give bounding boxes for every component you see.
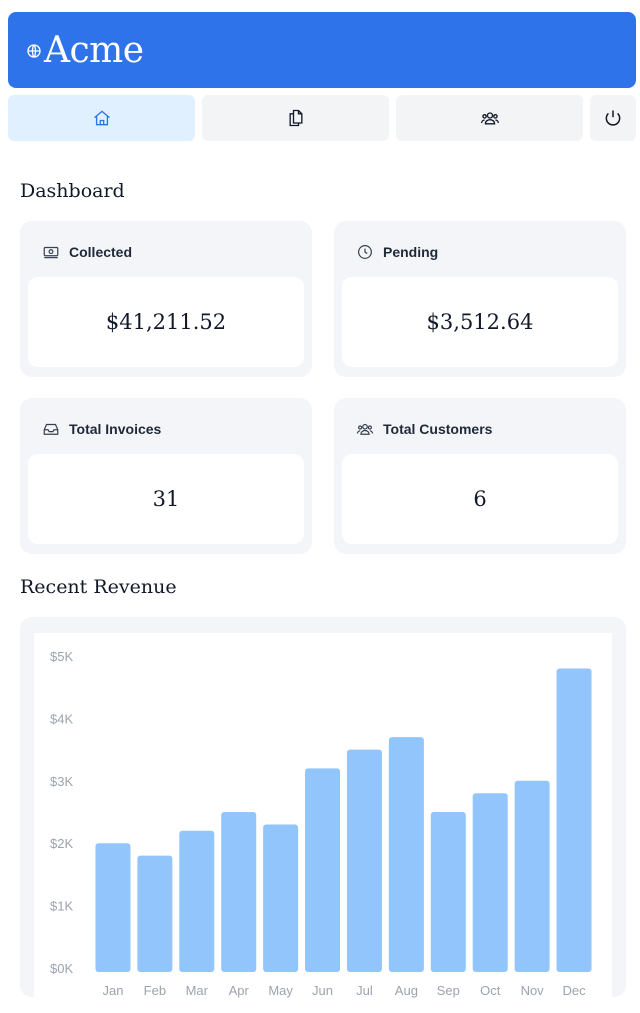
revenue-chart-svg: $5K$4K$3K$2K$1K$0KJan Feb Mar Apr May Jun Jul A… bbox=[50, 649, 592, 998]
revenue-bar-jan bbox=[95, 843, 131, 972]
revenue-bar-jun bbox=[305, 768, 341, 972]
revenue-bar-nov bbox=[514, 780, 550, 972]
brand-name: Acme bbox=[44, 29, 144, 71]
collected-card: Collected $41,211.52 bbox=[20, 221, 312, 377]
card-header: Collected bbox=[42, 243, 132, 261]
card-value: 6 bbox=[342, 454, 618, 544]
banknotes-icon bbox=[43, 246, 59, 259]
revenue-bar-jul bbox=[346, 749, 382, 972]
y-tick-label: $4K bbox=[50, 711, 73, 726]
recent-revenue-title: Recent Revenue bbox=[20, 576, 177, 598]
revenue-chart: $5K $4K $3K $2K $1K $0K Jan Feb Mar Apr May Jun Jul A… bbox=[34, 633, 612, 1013]
revenue-bar-sep bbox=[430, 812, 466, 972]
y-tick-label: $0K bbox=[50, 961, 73, 976]
power-icon bbox=[605, 110, 621, 126]
revenue-bar-feb bbox=[137, 855, 173, 972]
revenue-chart-card: $5K $4K $3K $2K $1K $0K Jan Feb Mar Apr May Jun Jul A… bbox=[20, 617, 626, 1013]
total-invoices-card: Total Invoices 31 bbox=[20, 398, 312, 554]
revenue-bar-mar bbox=[179, 830, 215, 972]
revenue-bar-apr bbox=[221, 812, 257, 972]
nav-customers-button[interactable] bbox=[396, 95, 583, 141]
card-label: Collected bbox=[69, 244, 133, 260]
nav-invoices-button[interactable] bbox=[202, 95, 389, 141]
globe-icon bbox=[27, 44, 41, 58]
inbox-icon bbox=[43, 423, 59, 435]
revenue-bar-aug bbox=[388, 737, 424, 972]
card-value: $3,512.64 bbox=[342, 277, 618, 367]
documents-icon bbox=[289, 109, 302, 127]
home-icon bbox=[93, 110, 110, 126]
nav-home-button[interactable] bbox=[8, 95, 195, 141]
card-value: $41,211.52 bbox=[28, 277, 304, 367]
sign-out-button[interactable] bbox=[590, 95, 636, 141]
revenue-bar-oct bbox=[472, 793, 508, 972]
user-group-icon bbox=[480, 112, 499, 125]
total-customers-card: Total Customers 6 bbox=[334, 398, 626, 554]
page-title: Dashboard bbox=[20, 180, 125, 202]
card-label: Total Customers bbox=[383, 421, 493, 437]
nav-bar bbox=[8, 95, 636, 141]
card-header: Total Invoices bbox=[42, 420, 161, 438]
y-tick-label: $3K bbox=[50, 774, 73, 789]
clock-icon bbox=[358, 245, 372, 259]
y-tick-label: $2K bbox=[50, 836, 73, 851]
pending-card: Pending $3,512.64 bbox=[334, 221, 626, 377]
user-group-icon bbox=[356, 423, 374, 435]
card-label: Total Invoices bbox=[69, 421, 162, 437]
y-tick-label: $5K bbox=[50, 649, 73, 664]
revenue-bar-dec bbox=[556, 668, 592, 972]
revenue-bar-may bbox=[263, 824, 299, 972]
brand-header[interactable]: Acme bbox=[8, 12, 636, 88]
card-header: Pending bbox=[356, 243, 438, 261]
y-tick-label: $1K bbox=[50, 899, 73, 914]
card-header: Total Customers bbox=[356, 420, 492, 438]
card-label: Pending bbox=[383, 244, 439, 260]
card-value: 31 bbox=[28, 454, 304, 544]
